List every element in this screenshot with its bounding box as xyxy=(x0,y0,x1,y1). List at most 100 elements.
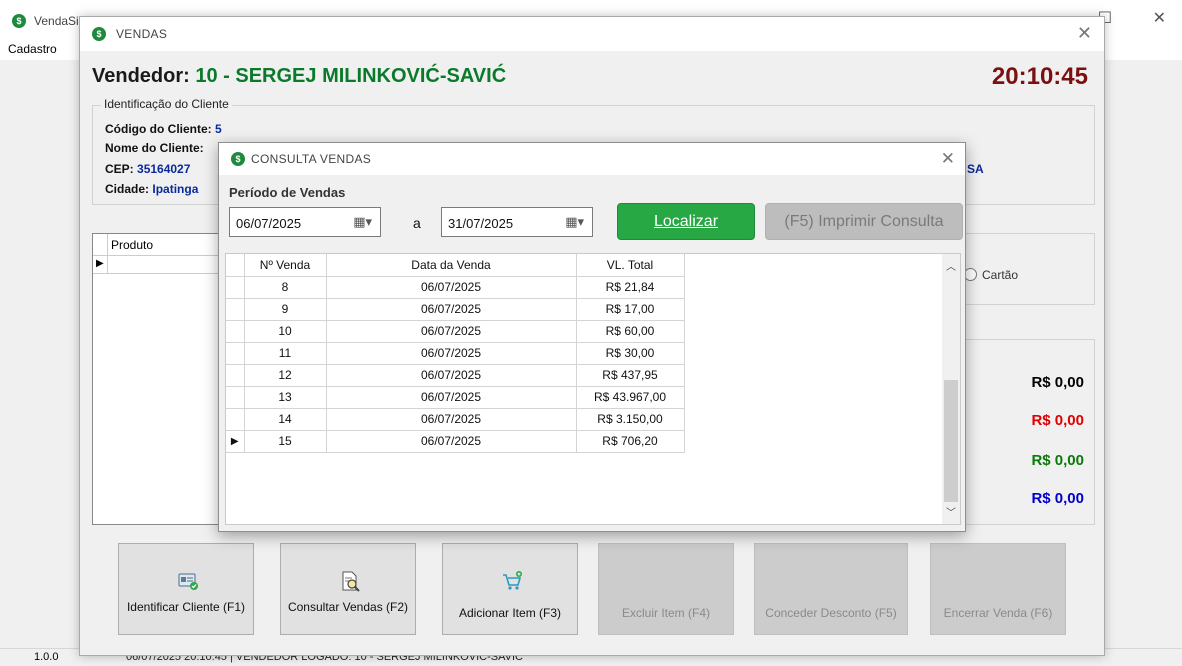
client-cep-value: 35164027 xyxy=(137,162,191,176)
sale-number: 9 xyxy=(244,298,327,321)
product-column-header: Produto xyxy=(111,238,154,252)
sale-total: R$ 17,00 xyxy=(576,298,685,321)
close-icon[interactable]: ✕ xyxy=(941,149,955,169)
client-code-label: Código do Cliente: xyxy=(105,122,212,136)
date-from-picker[interactable]: 06/07/2025 ▦▾ xyxy=(229,207,381,237)
menu-cadastro[interactable]: Cadastro xyxy=(8,42,57,56)
sale-date: 06/07/2025 xyxy=(326,408,577,431)
status-version: 1.0.0 xyxy=(34,651,59,663)
row-header xyxy=(226,386,245,409)
total-subtotal: R$ 0,00 xyxy=(1031,374,1084,391)
client-name-label: Nome do Cliente: xyxy=(105,141,204,155)
sale-date: 06/07/2025 xyxy=(326,298,577,321)
table-row[interactable]: 13 06/07/2025 R$ 43.967,00 xyxy=(226,386,685,409)
localizar-button[interactable]: Localizar xyxy=(617,203,755,240)
add-item-button[interactable]: Adicionar Item (F3) xyxy=(442,543,578,635)
identify-client-button[interactable]: Identificar Cliente (F1) xyxy=(118,543,254,635)
sale-date: 06/07/2025 xyxy=(326,342,577,365)
table-row[interactable]: 12 06/07/2025 R$ 437,95 xyxy=(226,364,685,387)
row-header xyxy=(226,298,245,321)
row-header xyxy=(226,320,245,343)
client-code-value: 5 xyxy=(215,122,222,136)
table-row[interactable]: 10 06/07/2025 R$ 60,00 xyxy=(226,320,685,343)
identify-client-label: Identificar Cliente (F1) xyxy=(126,600,246,614)
app-logo-icon: $ xyxy=(92,27,106,41)
total-discount: R$ 0,00 xyxy=(1031,412,1084,429)
vendas-titlebar: $ VENDAS ✕ xyxy=(80,17,1104,51)
consult-sales-label: Consultar Vendas (F2) xyxy=(287,600,409,614)
sale-number: 13 xyxy=(244,386,327,409)
column-header-total[interactable]: VL. Total xyxy=(576,254,685,277)
row-pointer-icon: ▶ xyxy=(226,430,245,453)
search-document-icon xyxy=(342,571,360,592)
table-row[interactable]: 8 06/07/2025 R$ 21,84 xyxy=(226,276,685,299)
sale-date: 06/07/2025 xyxy=(326,364,577,387)
totals-panel: R$ 0,00 R$ 0,00 R$ 0,00 R$ 0,00 xyxy=(949,339,1095,525)
vertical-scrollbar[interactable]: ︿ ﹀ xyxy=(942,254,960,524)
add-cart-icon xyxy=(503,571,522,590)
add-item-label: Adicionar Item (F3) xyxy=(458,606,562,620)
client-partial-text: SA xyxy=(967,162,984,176)
total-final: R$ 0,00 xyxy=(1031,490,1084,507)
id-card-icon xyxy=(178,573,198,590)
date-separator: a xyxy=(413,215,421,231)
scroll-down-icon[interactable]: ﹀ xyxy=(946,504,956,519)
clock: 20:10:45 xyxy=(991,63,1088,90)
sale-total: R$ 60,00 xyxy=(576,320,685,343)
consulta-vendas-dialog: $ CONSULTA VENDAS ✕ Período de Vendas 06… xyxy=(218,142,966,532)
close-icon[interactable]: ✕ xyxy=(1153,10,1166,27)
product-grid-row[interactable]: ▶ xyxy=(93,256,221,274)
product-grid[interactable]: Produto ▶ xyxy=(92,233,222,525)
payment-panel: Cartão xyxy=(949,233,1095,305)
client-group-title: Identificação do Cliente xyxy=(101,97,232,111)
sale-number: 15 xyxy=(244,430,327,453)
consult-sales-button[interactable]: Consultar Vendas (F2) xyxy=(280,543,416,635)
table-row[interactable]: 11 06/07/2025 R$ 30,00 xyxy=(226,342,685,365)
row-header xyxy=(226,364,245,387)
close-sale-label: Encerrar Venda (F6) xyxy=(943,606,1053,620)
consulta-title: CONSULTA VENDAS xyxy=(251,152,372,166)
calendar-dropdown-icon[interactable]: ▦▾ xyxy=(353,214,372,230)
payment-card-label: Cartão xyxy=(982,268,1019,282)
table-row[interactable]: 9 06/07/2025 R$ 17,00 xyxy=(226,298,685,321)
sale-date: 06/07/2025 xyxy=(326,276,577,299)
client-code-row: Código do Cliente: 5 xyxy=(105,122,222,136)
date-to-picker[interactable]: 31/07/2025 ▦▾ xyxy=(441,207,593,237)
total-paid: R$ 0,00 xyxy=(1031,452,1084,469)
sale-total: R$ 30,00 xyxy=(576,342,685,365)
client-name-row: Nome do Cliente: xyxy=(105,141,204,155)
client-cep-row: CEP: 35164027 xyxy=(105,162,190,176)
close-icon[interactable]: ✕ xyxy=(1077,23,1092,44)
close-sale-button[interactable]: Encerrar Venda (F6) xyxy=(930,543,1066,635)
print-report-button[interactable]: (F5) Imprimir Consulta xyxy=(765,203,963,240)
table-row[interactable]: 14 06/07/2025 R$ 3.150,00 xyxy=(226,408,685,431)
sale-number: 8 xyxy=(244,276,327,299)
sales-table-header: Nº Venda Data da Venda VL. Total xyxy=(226,254,685,277)
vendas-title: VENDAS xyxy=(116,27,168,41)
column-header-date[interactable]: Data da Venda xyxy=(326,254,577,277)
row-header xyxy=(226,408,245,431)
client-city-label: Cidade: xyxy=(105,182,150,196)
sale-total: R$ 3.150,00 xyxy=(576,408,685,431)
sale-total: R$ 437,95 xyxy=(576,364,685,387)
calendar-dropdown-icon[interactable]: ▦▾ xyxy=(565,214,584,230)
sale-date: 06/07/2025 xyxy=(326,320,577,343)
sale-number: 11 xyxy=(244,342,327,365)
seller-label: Vendedor: xyxy=(92,65,190,87)
sales-table: Nº Venda Data da Venda VL. Total 8 06/07… xyxy=(226,254,685,453)
sale-date: 06/07/2025 xyxy=(326,430,577,453)
column-header-number[interactable]: Nº Venda xyxy=(244,254,327,277)
seller-heading: Vendedor: 10 - SERGEJ MILINKOVIĆ-SAVIĆ xyxy=(92,65,506,88)
sale-number: 12 xyxy=(244,364,327,387)
seller-value: 10 - SERGEJ MILINKOVIĆ-SAVIĆ xyxy=(195,65,507,87)
scroll-up-icon[interactable]: ︿ xyxy=(946,258,956,273)
app-logo-icon: $ xyxy=(231,152,245,166)
grant-discount-label: Conceder Desconto (F5) xyxy=(765,606,897,620)
row-header-corner xyxy=(226,254,245,277)
scrollbar-thumb[interactable] xyxy=(944,380,958,502)
table-row-current[interactable]: ▶ 15 06/07/2025 R$ 706,20 xyxy=(226,430,685,453)
sales-grid[interactable]: Nº Venda Data da Venda VL. Total 8 06/07… xyxy=(225,253,961,525)
grant-discount-button[interactable]: Conceder Desconto (F5) xyxy=(754,543,908,635)
sale-number: 14 xyxy=(244,408,327,431)
remove-item-button[interactable]: Excluir Item (F4) xyxy=(598,543,734,635)
